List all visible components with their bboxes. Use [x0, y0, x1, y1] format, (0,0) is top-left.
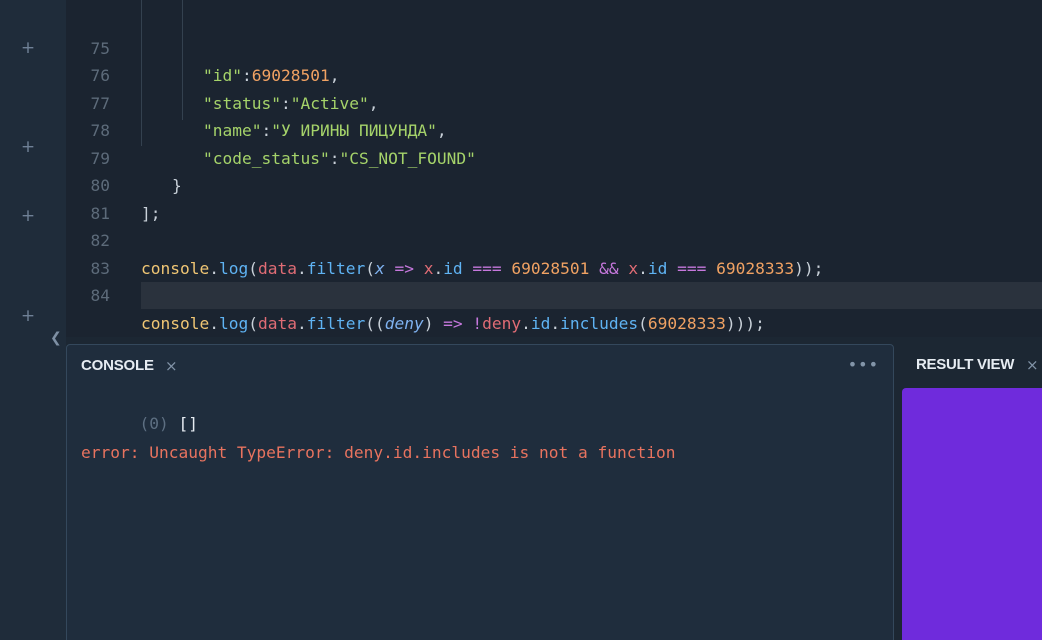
code-line-83: 83	[66, 227, 1042, 278]
add-icon[interactable]: +	[20, 139, 36, 156]
code-line-81: 81	[66, 172, 1042, 223]
code-editor[interactable]: 75 "id":69028501, 76 "status":"Active", …	[66, 0, 1042, 360]
left-gutter: + + + +	[0, 0, 66, 640]
add-icon[interactable]: +	[20, 308, 36, 325]
console-panel: CONSOLE × ••• (0) [] error: Uncaught Typ…	[66, 344, 894, 640]
add-icon[interactable]: +	[20, 208, 36, 225]
code-line-79: 79 }	[66, 117, 1042, 196]
code-line-78: 78 "code_status":"CS_NOT_FOUND"	[66, 90, 1042, 168]
tab-result-view[interactable]: RESULT VIEW	[916, 356, 1014, 373]
add-icon[interactable]: +	[20, 40, 36, 57]
active-line-highlight	[141, 282, 1042, 309]
close-icon[interactable]: ×	[165, 357, 178, 375]
code-line-82: 82 console.log(data.filter(x => x.id ===…	[66, 200, 1042, 278]
more-options-icon[interactable]: •••	[848, 355, 879, 374]
code-line-85[interactable]: 85	[66, 282, 1042, 360]
code-line-75: 75 "id":69028501,	[66, 7, 1042, 86]
code-line-77: 77 "name":"У ИРИНЫ ПИЦУНДА",	[66, 62, 1042, 141]
result-count: (0)	[139, 414, 169, 433]
code-text: console.log(data.filter((deny) => !deny.…	[141, 313, 765, 333]
close-icon[interactable]: ×	[1026, 356, 1039, 374]
code-playground: + + + + ❮ 75 "id":69028501, 76 "status":…	[0, 0, 1042, 640]
tab-console[interactable]: CONSOLE	[81, 357, 154, 377]
result-preview	[902, 388, 1042, 640]
collapse-chevron-icon[interactable]: ❮	[50, 330, 62, 346]
code-line-80: 80 ];	[66, 145, 1042, 223]
console-error-line: error: Uncaught TypeError: deny.id.inclu…	[81, 443, 676, 462]
code-line-76: 76 "status":"Active",	[66, 35, 1042, 113]
result-value[interactable]: []	[178, 414, 198, 433]
code-line-84: 84 console.log(data.filter((deny) => !de…	[66, 255, 1042, 333]
